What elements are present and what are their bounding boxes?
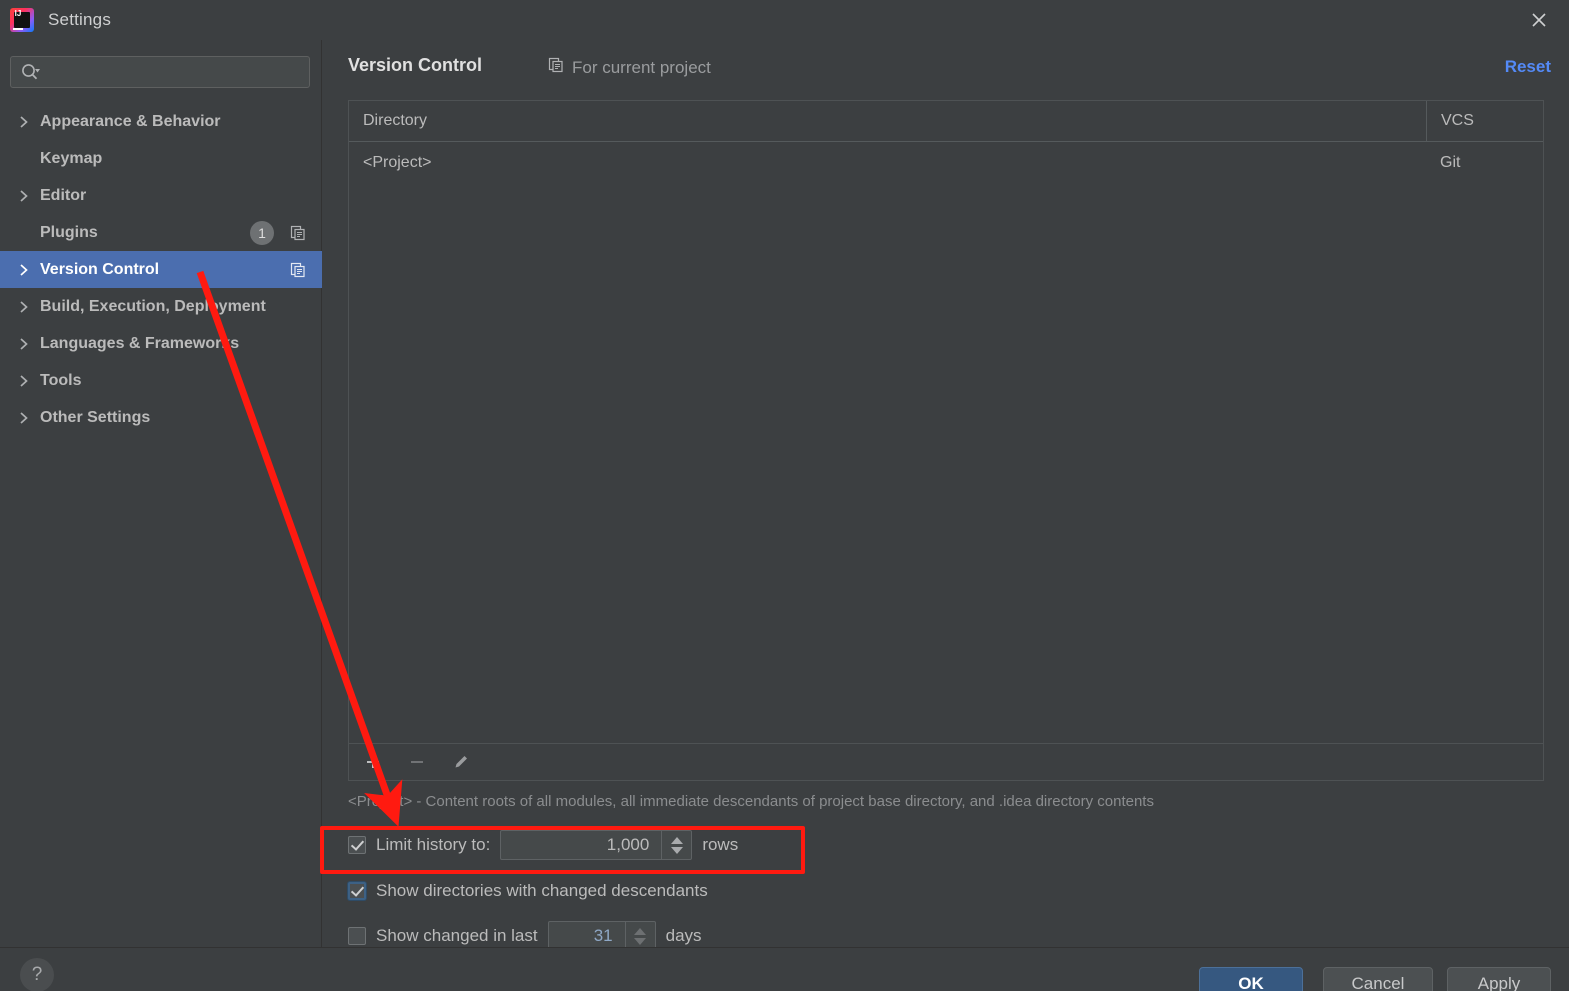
- limit-history-value[interactable]: 1,000: [501, 831, 661, 859]
- version-control-panel: Version Control For current project Rese…: [322, 40, 1569, 951]
- sidebar-item-label: Other Settings: [40, 408, 151, 426]
- title-bar: IJ Settings: [0, 0, 1569, 40]
- show-changed-in-last-checkbox[interactable]: [348, 927, 366, 945]
- chevron-right-icon[interactable]: [16, 188, 32, 204]
- vcs-directory-mappings-table[interactable]: Directory VCS <Project> Git: [348, 100, 1544, 744]
- chevron-right-icon[interactable]: [16, 373, 32, 389]
- table-hint-text: <Project> - Content roots of all modules…: [348, 793, 1154, 810]
- dialog-footer: ? OK Cancel Apply: [0, 947, 1569, 991]
- limit-history-unit: rows: [702, 835, 739, 854]
- sidebar-item-label: Tools: [40, 371, 82, 389]
- chevron-down-icon[interactable]: [670, 846, 683, 854]
- sidebar-item-label: Keymap: [40, 149, 103, 167]
- page-title: Version Control: [348, 55, 483, 75]
- close-icon[interactable]: [1509, 0, 1569, 40]
- intellij-idea-logo-icon: IJ: [10, 8, 34, 32]
- reset-link[interactable]: Reset: [1505, 57, 1551, 77]
- sidebar-item-appearance-behavior[interactable]: Appearance & Behavior: [0, 103, 322, 140]
- window-title: Settings: [48, 10, 112, 29]
- search-input[interactable]: [10, 56, 310, 88]
- chevron-down-icon[interactable]: [634, 937, 647, 945]
- scope-label: For current project: [572, 57, 711, 77]
- ok-button[interactable]: OK: [1199, 967, 1303, 991]
- help-button[interactable]: ?: [20, 958, 54, 991]
- show-changed-in-last-unit: days: [665, 926, 702, 945]
- limit-history-label: Limit history to:: [376, 835, 491, 854]
- chevron-up-icon[interactable]: [634, 927, 647, 935]
- show-changed-in-last-value[interactable]: 31: [549, 922, 625, 950]
- project-scope-icon: [548, 57, 564, 78]
- scope-selector[interactable]: For current project: [548, 57, 711, 78]
- minus-icon[interactable]: [405, 750, 429, 774]
- sidebar-item-other-settings[interactable]: Other Settings: [0, 399, 322, 436]
- sidebar-item-version-control[interactable]: Version Control: [0, 251, 322, 288]
- panel-header: Version Control For current project Rese…: [322, 40, 1569, 95]
- no-chevron-icon: [16, 151, 32, 167]
- plugins-update-badge: 1: [250, 220, 274, 245]
- sidebar-item-editor[interactable]: Editor: [0, 177, 322, 214]
- chevron-right-icon[interactable]: [16, 262, 32, 278]
- sidebar-item-build-execution-deployment[interactable]: Build, Execution, Deployment: [0, 288, 322, 325]
- sidebar-item-label: Build, Execution, Deployment: [40, 297, 266, 315]
- project-scope-icon: [290, 225, 306, 241]
- show-changed-in-last-label: Show changed in last: [376, 926, 538, 945]
- sidebar-item-label: Version Control: [40, 260, 160, 278]
- sidebar-item-plugins[interactable]: Plugins 1: [0, 214, 322, 251]
- limit-history-spinner-arrows[interactable]: [661, 831, 691, 859]
- cell-directory: <Project>: [363, 153, 432, 171]
- settings-dialog: IJ Settings Appearance & Behavior Keymap…: [0, 0, 1569, 991]
- option-show-directories: Show directories with changed descendant…: [348, 876, 708, 906]
- chevron-right-icon[interactable]: [16, 114, 32, 130]
- cancel-button[interactable]: Cancel: [1323, 967, 1433, 991]
- column-header-vcs[interactable]: VCS: [1426, 101, 1543, 141]
- settings-sidebar: Appearance & Behavior Keymap Editor Plug…: [0, 40, 322, 947]
- chevron-up-icon[interactable]: [670, 836, 683, 844]
- chevron-right-icon[interactable]: [16, 410, 32, 426]
- table-toolbar: [348, 744, 1544, 781]
- column-header-directory[interactable]: Directory: [349, 101, 1426, 141]
- sidebar-item-label: Editor: [40, 186, 87, 204]
- chevron-right-icon[interactable]: [16, 336, 32, 352]
- option-limit-history: Limit history to: 1,000 rows: [348, 830, 738, 860]
- table-row[interactable]: <Project> Git: [349, 142, 1543, 183]
- limit-history-checkbox[interactable]: [348, 836, 366, 854]
- sidebar-item-keymap[interactable]: Keymap: [0, 140, 322, 177]
- apply-button[interactable]: Apply: [1447, 967, 1551, 991]
- sidebar-item-label: Languages & Frameworks: [40, 334, 240, 352]
- settings-tree: Appearance & Behavior Keymap Editor Plug…: [0, 103, 322, 436]
- show-directories-label: Show directories with changed descendant…: [376, 881, 708, 900]
- no-chevron-icon: [16, 225, 32, 241]
- show-changed-in-last-spinner-arrows[interactable]: [624, 922, 655, 950]
- plus-icon[interactable]: [361, 750, 385, 774]
- table-header: Directory VCS: [349, 101, 1543, 142]
- limit-history-spinner[interactable]: 1,000: [500, 830, 693, 860]
- chevron-right-icon[interactable]: [16, 299, 32, 315]
- search-field[interactable]: [10, 56, 310, 88]
- pencil-icon[interactable]: [449, 750, 473, 774]
- sidebar-item-label: Plugins: [40, 223, 98, 241]
- show-directories-checkbox[interactable]: [348, 882, 366, 900]
- sidebar-item-label: Appearance & Behavior: [40, 112, 221, 130]
- sidebar-item-tools[interactable]: Tools: [0, 362, 322, 399]
- project-scope-icon: [290, 262, 306, 278]
- sidebar-item-languages-frameworks[interactable]: Languages & Frameworks: [0, 325, 322, 362]
- table-empty-area: [349, 183, 1543, 743]
- cell-vcs: Git: [1440, 153, 1461, 171]
